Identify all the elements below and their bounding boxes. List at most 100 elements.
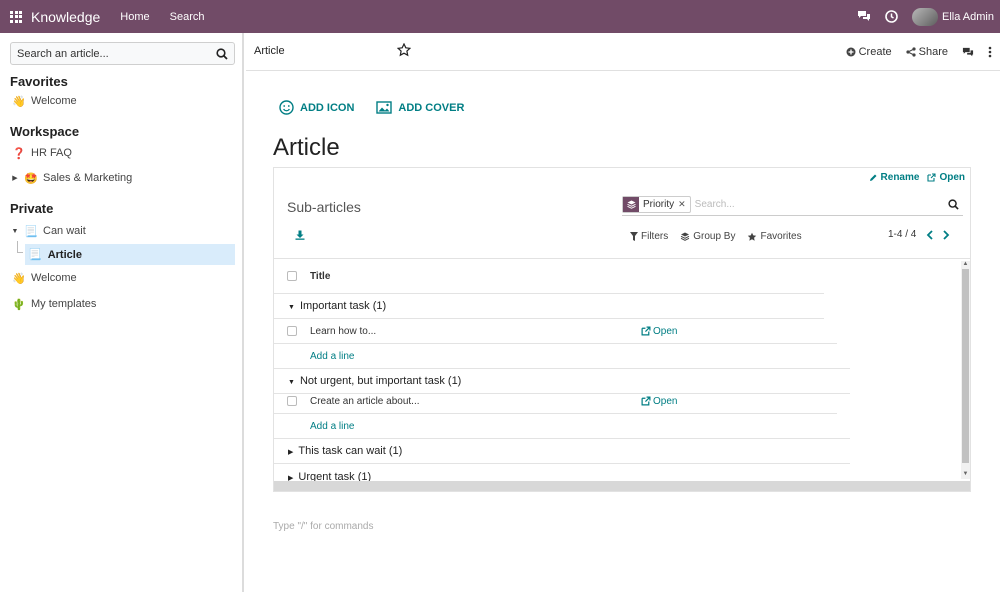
favorites-button[interactable]: Favorites [747,231,802,242]
user-menu[interactable]: Ella Admin [912,7,994,26]
share-label: Share [918,46,948,58]
favorites-heading: Favorites [10,74,68,89]
group-label: Urgent task (1) [298,470,372,482]
search-icon[interactable] [216,47,228,60]
next-page-icon[interactable] [943,229,950,240]
search-icon[interactable] [948,199,959,210]
chat-icon[interactable] [857,10,871,23]
record-title[interactable]: Create an article about... [310,396,420,407]
scrollbar-thumb[interactable] [962,269,969,463]
pager-value[interactable]: 1-4 / 4 [888,229,916,240]
funnel-icon [630,232,638,241]
add-cover-label: ADD COVER [398,101,465,114]
more-options-icon[interactable] [988,46,992,58]
sidebar-item-sales-marketing[interactable]: ▶ 🤩 Sales & Marketing [0,168,244,188]
select-all-checkbox[interactable] [287,271,297,281]
user-name: Ella Admin [942,10,994,23]
caret-right-icon[interactable]: ▶ [10,174,20,182]
favorite-star-icon[interactable] [397,43,411,57]
article-search-input[interactable] [17,47,197,60]
external-link-icon [927,173,936,182]
add-a-line-link[interactable]: Add a line [310,351,354,362]
row-checkbox[interactable] [287,396,297,406]
sidebar-item-welcome-private[interactable]: 👋 Welcome [0,268,244,288]
table-row[interactable]: Create an article about... Open [274,389,837,414]
facet-label: Priority [643,199,675,210]
table-row[interactable]: Learn how to... Open [274,319,837,344]
sidebar-item-article[interactable]: 📃 Article [25,244,235,265]
article-title[interactable]: Article [273,134,340,162]
command-hint[interactable]: Type "/" for commands [273,521,373,532]
open-view-label: Open [939,172,965,183]
add-icon-button[interactable]: ADD ICON [279,100,354,115]
sidebar-item-label: Welcome [31,272,77,284]
vertical-scrollbar[interactable]: ▲ ▼ [961,261,970,479]
rename-label: Rename [880,172,920,183]
image-icon [376,101,393,114]
sub-articles-list: Title ▼ Important task (1) Learn how to..… [274,258,970,481]
rename-button[interactable]: Rename [869,172,920,183]
embed-search-input[interactable] [694,199,935,210]
scroll-down-icon[interactable]: ▼ [962,471,969,478]
add-cover-button[interactable]: ADD COVER [376,100,464,115]
group-label: This task can wait (1) [298,445,403,457]
remove-facet-icon[interactable]: ✕ [678,199,690,210]
breadcrumb[interactable]: Article [254,45,285,57]
workspace-heading: Workspace [10,124,80,139]
cover-actions: ADD ICON ADD COVER [279,100,464,115]
create-button[interactable]: Create [846,46,892,58]
cactus-icon: 🌵 [12,298,26,311]
filters-button[interactable]: Filters [630,231,668,242]
sidebar-item-label: Sales & Marketing [43,172,133,184]
open-view-button[interactable]: Open [927,172,965,183]
add-line-row: Add a line [274,414,850,439]
scroll-up-icon[interactable]: ▲ [962,261,969,268]
column-title[interactable]: Title [310,271,330,282]
sidebar-item-welcome-favorite[interactable]: 👋 Welcome [0,91,244,111]
create-label: Create [858,46,892,58]
sidebar-item-label: My templates [31,298,97,310]
open-record-button[interactable]: Open [641,396,677,407]
apps-grid-icon[interactable] [10,10,22,23]
share-button[interactable]: Share [906,46,948,58]
app-name[interactable]: Knowledge [31,9,100,25]
search-bar[interactable]: Priority ✕ [622,194,963,216]
nav-search[interactable]: Search [170,11,205,23]
sidebar-item-can-wait[interactable]: ▼ 📃 Can wait [0,221,244,241]
sidebar-item-label: Can wait [43,225,86,237]
share-icon [906,47,916,57]
star-icon [748,232,757,241]
open-record-button[interactable]: Open [641,326,677,337]
clock-icon[interactable] [885,10,898,23]
horizontal-scrollbar[interactable] [274,481,970,491]
previous-page-icon[interactable] [926,229,933,240]
favorites-label: Favorites [760,231,802,242]
row-checkbox[interactable] [287,326,297,336]
sidebar-item-hr-faq[interactable]: ❓ HR FAQ [0,143,244,163]
group-label: Not urgent, but important task (1) [299,375,462,387]
caret-down-icon: ▼ [288,304,295,311]
private-heading: Private [10,201,54,216]
list-header: Title [274,259,824,294]
record-title[interactable]: Learn how to... [310,326,376,337]
article-search[interactable] [10,42,235,65]
layers-icon [623,197,639,212]
group-label: Important task (1) [299,300,387,312]
pager: 1-4 / 4 [888,229,950,240]
caret-down-icon[interactable]: ▼ [10,228,20,235]
open-label: Open [653,325,678,337]
group-row-can-wait[interactable]: ▶ This task can wait (1) [274,439,850,464]
priority-facet[interactable]: Priority ✕ [622,196,691,213]
group-row-important[interactable]: ▼ Important task (1) [274,294,824,319]
nav-home[interactable]: Home [120,11,149,23]
caret-down-icon: ▼ [288,379,295,386]
sidebar-item-my-templates[interactable]: 🌵 My templates [0,294,244,314]
tree-connector [17,241,23,253]
group-by-button[interactable]: Group By [680,231,735,242]
add-a-line-link[interactable]: Add a line [310,421,354,432]
sidebar-item-label: HR FAQ [31,147,72,159]
group-row-urgent[interactable]: ▶ Urgent task (1) [274,464,850,482]
waving-hand-icon: 👋 [12,95,26,108]
download-icon[interactable] [295,230,305,240]
comments-icon[interactable] [962,47,974,58]
